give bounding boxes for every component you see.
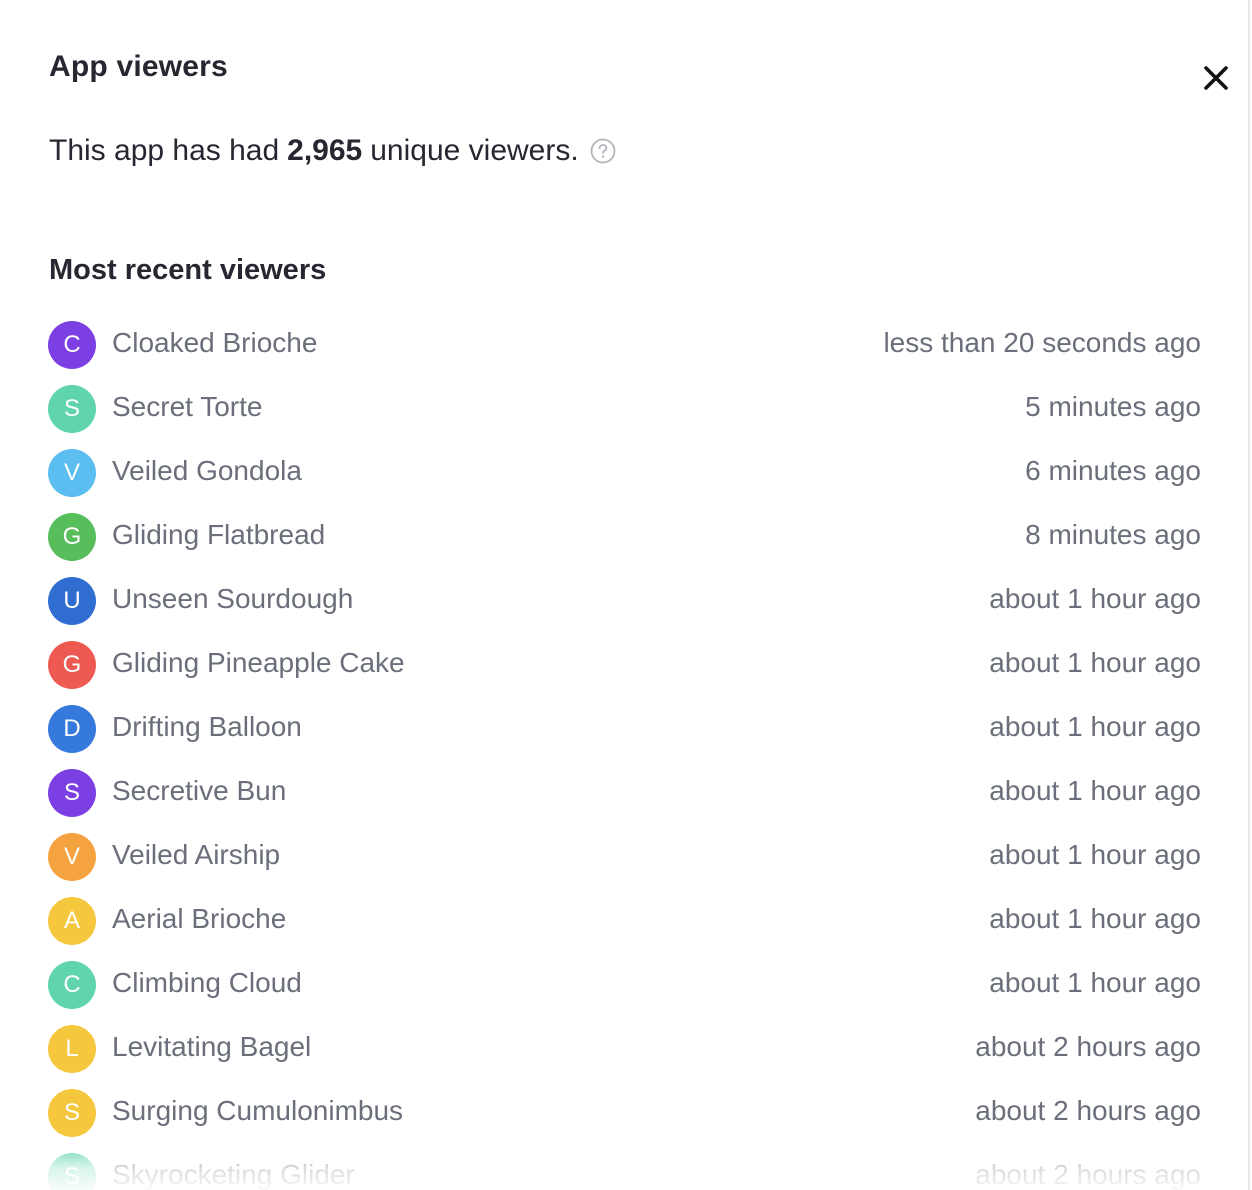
viewer-row: C Cloaked Brioche less than 20 seconds ago — [0, 313, 1248, 377]
viewer-row: U Unseen Sourdough about 1 hour ago — [0, 569, 1248, 633]
avatar: L — [48, 1025, 96, 1073]
close-button[interactable] — [1196, 58, 1236, 98]
viewer-last-seen: about 2 hours ago — [975, 1031, 1201, 1062]
viewer-row: S Skyrocketing Glider about 2 hours ago — [0, 1145, 1248, 1190]
viewer-name: Drifting Balloon — [112, 711, 302, 742]
viewer-name: Veiled Gondola — [112, 455, 302, 486]
avatar: S — [48, 1089, 96, 1137]
viewer-row: S Secretive Bun about 1 hour ago — [0, 761, 1248, 825]
dialog-title: App viewers — [49, 50, 228, 83]
viewer-row: S Secret Torte 5 minutes ago — [0, 377, 1248, 441]
viewer-last-seen: 8 minutes ago — [1025, 519, 1201, 550]
avatar: C — [48, 321, 96, 369]
viewer-row: G Gliding Pineapple Cake about 1 hour ago — [0, 633, 1248, 697]
viewer-count-summary: This app has had 2,965 unique viewers. — [49, 134, 616, 168]
viewer-last-seen: about 1 hour ago — [989, 967, 1201, 998]
viewer-last-seen: about 2 hours ago — [975, 1159, 1201, 1190]
viewer-row: A Aerial Brioche about 1 hour ago — [0, 889, 1248, 953]
viewer-name: Skyrocketing Glider — [112, 1159, 355, 1190]
viewer-name: Climbing Cloud — [112, 967, 302, 998]
viewer-name: Cloaked Brioche — [112, 327, 318, 358]
viewer-last-seen: about 2 hours ago — [975, 1095, 1201, 1126]
avatar: C — [48, 961, 96, 1009]
viewer-row: S Surging Cumulonimbus about 2 hours ago — [0, 1081, 1248, 1145]
viewer-name: Gliding Pineapple Cake — [112, 647, 405, 678]
viewer-last-seen: about 1 hour ago — [989, 583, 1201, 614]
viewer-name: Aerial Brioche — [112, 903, 287, 934]
avatar: A — [48, 897, 96, 945]
viewer-last-seen: about 1 hour ago — [989, 903, 1201, 934]
viewer-last-seen: about 1 hour ago — [989, 839, 1201, 870]
viewer-row: D Drifting Balloon about 1 hour ago — [0, 697, 1248, 761]
avatar: U — [48, 577, 96, 625]
viewer-name: Gliding Flatbread — [112, 519, 326, 550]
avatar: S — [48, 1153, 96, 1190]
avatar: S — [48, 385, 96, 433]
viewer-name: Levitating Bagel — [112, 1031, 312, 1062]
viewer-name: Veiled Airship — [112, 839, 281, 870]
viewer-row: L Levitating Bagel about 2 hours ago — [0, 1017, 1248, 1081]
viewer-last-seen: 6 minutes ago — [1025, 455, 1201, 486]
viewer-row: V Veiled Airship about 1 hour ago — [0, 825, 1248, 889]
avatar: G — [48, 641, 96, 689]
viewer-last-seen: about 1 hour ago — [989, 775, 1201, 806]
section-heading: Most recent viewers — [49, 254, 327, 286]
avatar: G — [48, 513, 96, 561]
summary-prefix: This app has had — [49, 134, 280, 167]
viewer-row: V Veiled Gondola 6 minutes ago — [0, 441, 1248, 505]
viewer-last-seen: about 1 hour ago — [989, 647, 1201, 678]
viewer-name: Surging Cumulonimbus — [112, 1095, 404, 1126]
summary-suffix: unique viewers. — [370, 134, 579, 167]
viewer-name: Secretive Bun — [112, 775, 287, 806]
app-viewers-dialog: App viewers This app has had 2,965 uniqu… — [0, 0, 1250, 1190]
avatar: V — [48, 449, 96, 497]
viewer-row: G Gliding Flatbread 8 minutes ago — [0, 505, 1248, 569]
avatar: V — [48, 833, 96, 881]
viewer-name: Unseen Sourdough — [112, 583, 354, 614]
viewer-last-seen: less than 20 seconds ago — [883, 327, 1201, 358]
close-icon — [1204, 66, 1228, 90]
viewer-name: Secret Torte — [112, 391, 263, 422]
avatar: D — [48, 705, 96, 753]
viewer-row: C Climbing Cloud about 1 hour ago — [0, 953, 1248, 1017]
viewer-last-seen: 5 minutes ago — [1025, 391, 1201, 422]
question-circle-icon[interactable] — [590, 138, 616, 164]
avatar: S — [48, 769, 96, 817]
viewer-list: C Cloaked Brioche less than 20 seconds ago… — [0, 313, 1248, 1190]
unique-viewer-count: 2,965 — [287, 134, 363, 167]
viewer-last-seen: about 1 hour ago — [989, 711, 1201, 742]
